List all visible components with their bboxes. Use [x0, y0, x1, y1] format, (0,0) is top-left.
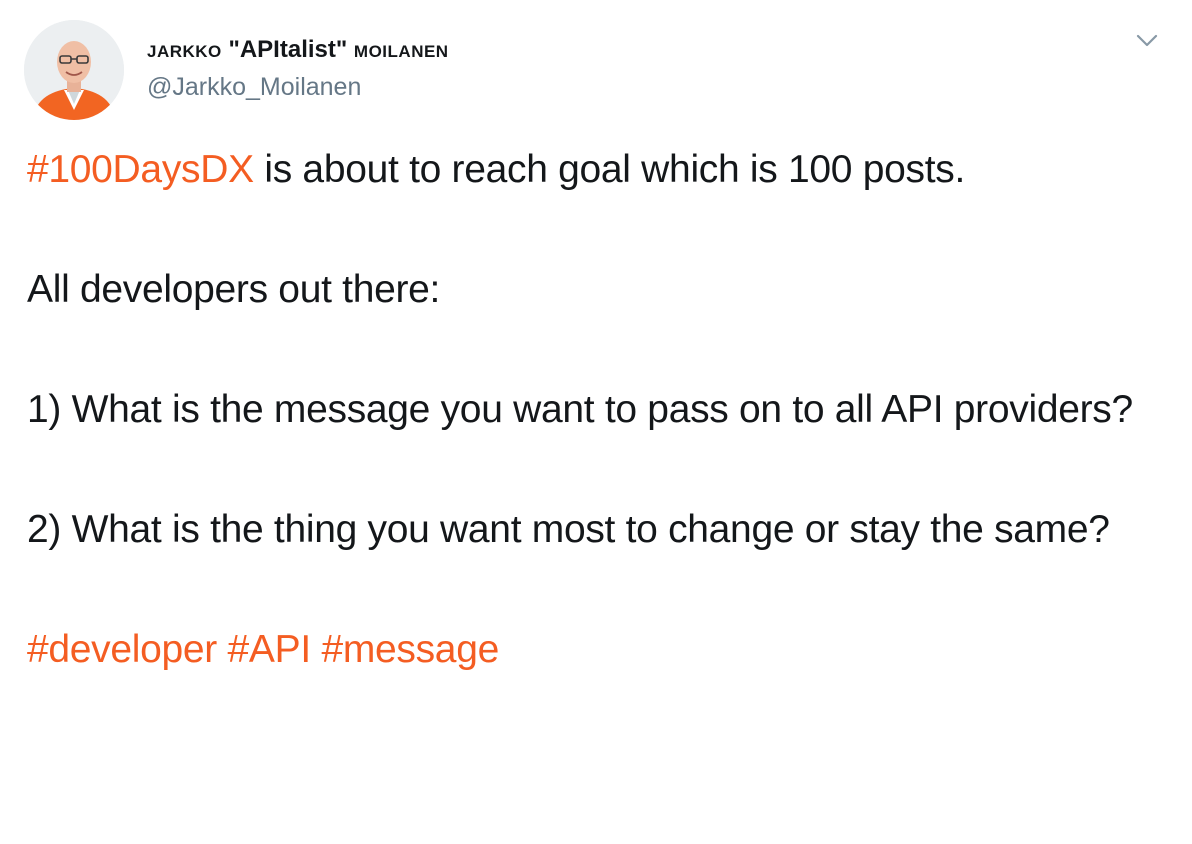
tweet-line: 2) What is the thing you want most to ch…	[27, 508, 1110, 551]
author-first-name: Jarkko	[147, 36, 222, 63]
author-name[interactable]: Jarkko "APItalist" Moilanen	[147, 36, 449, 64]
hashtag-link[interactable]: #developer	[27, 628, 217, 671]
hashtag-link[interactable]: #100DaysDX	[27, 148, 254, 191]
tweet-line: #100DaysDX is about to reach goal which …	[27, 140, 1167, 200]
avatar[interactable]	[24, 20, 124, 120]
tweet-text-segment: is about to reach goal which is 100 post…	[253, 148, 965, 191]
tweet-line: All developers out there:	[27, 268, 441, 311]
author-handle[interactable]: @Jarkko_Moilanen	[147, 72, 361, 102]
tweet-line: 1) What is the message you want to pass …	[27, 388, 1133, 431]
author-nickname: "APItalist"	[221, 36, 354, 63]
chevron-down-icon[interactable]	[1134, 30, 1160, 50]
tweet-text: #100DaysDX is about to reach goal which …	[27, 140, 1167, 680]
hashtag-line: #developer #API #message	[27, 620, 1167, 680]
avatar-image	[24, 20, 124, 120]
author-last-name: Moilanen	[353, 36, 449, 63]
hashtag-link[interactable]: #message	[321, 628, 499, 671]
tweet-card: Jarkko "APItalist" Moilanen @Jarkko_Moil…	[0, 0, 1192, 844]
hashtag-link[interactable]: #API	[228, 628, 312, 671]
